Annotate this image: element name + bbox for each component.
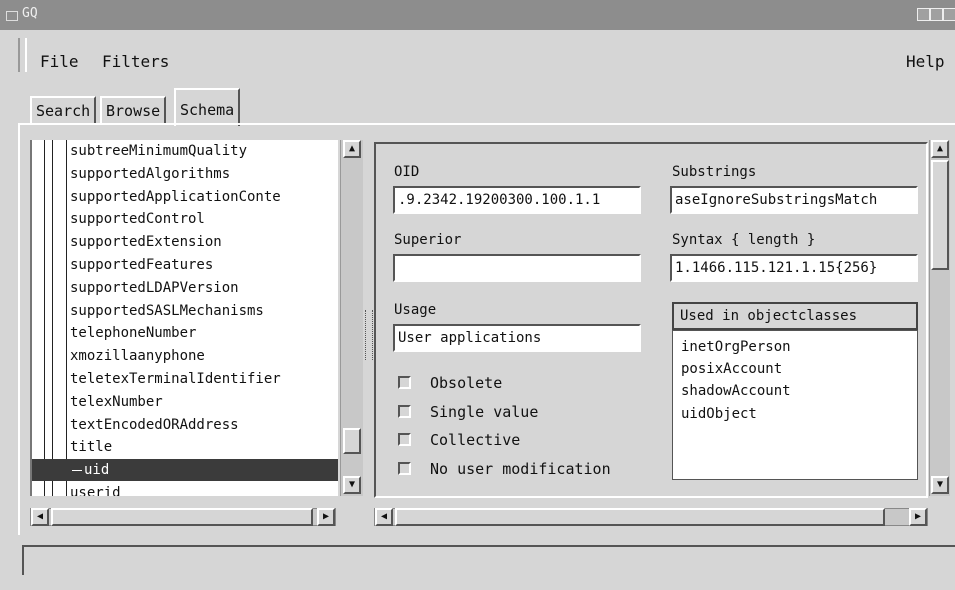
tree-line <box>66 140 67 496</box>
menu-file[interactable]: File <box>40 52 79 71</box>
window-menu-icon[interactable] <box>6 11 18 21</box>
scroll-thumb[interactable] <box>51 508 313 526</box>
menu-filters[interactable]: Filters <box>102 52 169 71</box>
tree-horizontal-scrollbar[interactable]: ◀ ▶ <box>30 508 336 526</box>
scroll-right-icon[interactable]: ▶ <box>909 508 927 526</box>
collective-checkbox[interactable]: Collective <box>398 431 598 451</box>
tab-search[interactable]: Search <box>30 96 97 124</box>
minimize-icon[interactable] <box>917 8 930 21</box>
window-title: GQ <box>22 6 38 21</box>
scroll-thumb[interactable] <box>931 160 949 270</box>
tree-item[interactable]: telephoneNumber <box>70 322 338 344</box>
oid-label: OID <box>394 164 420 180</box>
tab-browse[interactable]: Browse <box>100 96 167 124</box>
menu-help[interactable]: Help <box>906 52 945 71</box>
detail-vertical-scrollbar[interactable]: ▲ ▼ <box>929 140 950 496</box>
scroll-down-icon[interactable]: ▼ <box>343 476 361 494</box>
tree-item-selected[interactable]: uid <box>32 459 338 481</box>
no-user-modification-checkbox[interactable]: No user modification <box>398 460 648 480</box>
tree-item[interactable]: subtreeMinimumQuality <box>70 140 338 162</box>
checkbox-box <box>398 462 411 475</box>
tab-schema[interactable]: Schema <box>174 88 241 126</box>
substrings-field[interactable]: aseIgnoreSubstringsMatch <box>670 186 918 214</box>
tree-item[interactable]: userid <box>70 482 338 496</box>
tree-item[interactable]: xmozillaanyphone <box>70 345 338 367</box>
scroll-left-icon[interactable]: ◀ <box>375 508 393 526</box>
list-item[interactable]: uidObject <box>681 406 757 422</box>
obsolete-checkbox[interactable]: Obsolete <box>398 374 598 394</box>
checkbox-label: No user modification <box>430 460 611 478</box>
checkbox-label: Collective <box>430 431 521 449</box>
checkbox-box <box>398 433 411 446</box>
tree-item[interactable]: teletexTerminalIdentifier <box>70 368 338 390</box>
single-value-checkbox[interactable]: Single value <box>398 403 598 423</box>
maximize-icon[interactable] <box>930 8 943 21</box>
superior-label: Superior <box>394 232 462 248</box>
tree-item[interactable]: supportedApplicationConte <box>70 186 338 208</box>
tree-item[interactable]: supportedLDAPVersion <box>70 277 338 299</box>
tree-item[interactable]: title <box>70 436 338 458</box>
usage-label: Usage <box>394 302 437 318</box>
scroll-thumb[interactable] <box>343 428 361 454</box>
status-bar <box>22 545 955 575</box>
menu-bar: File Filters Help <box>0 38 955 74</box>
scroll-up-icon[interactable]: ▲ <box>343 140 361 158</box>
scroll-thumb[interactable] <box>395 508 885 526</box>
pane-splitter[interactable] <box>365 310 373 360</box>
title-bar[interactable]: GQ <box>0 0 955 30</box>
tree-vertical-scrollbar[interactable]: ▲ ▼ <box>340 140 363 496</box>
used-in-objectclasses-list[interactable]: inetOrgPerson posixAccount shadowAccount… <box>672 330 918 480</box>
checkbox-label: Obsolete <box>430 374 503 392</box>
substrings-label: Substrings <box>672 164 757 180</box>
scroll-right-icon[interactable]: ▶ <box>317 508 335 526</box>
usage-field[interactable]: User applications <box>393 324 641 352</box>
tree-item[interactable]: telexNumber <box>70 391 338 413</box>
used-in-objectclasses-header[interactable]: Used in objectclasses <box>672 302 918 330</box>
checkbox-label: Single value <box>430 403 539 421</box>
tree-item[interactable]: supportedControl <box>70 208 338 230</box>
scroll-left-icon[interactable]: ◀ <box>31 508 49 526</box>
list-item[interactable]: inetOrgPerson <box>681 339 791 355</box>
syntax-label: Syntax { length } <box>672 232 816 248</box>
list-item[interactable]: shadowAccount <box>681 383 791 399</box>
tree-item[interactable]: supportedExtension <box>70 231 338 253</box>
oid-field[interactable]: .9.2342.19200300.100.1.1 <box>393 186 641 214</box>
tree-item[interactable]: supportedSASLMechanisms <box>70 300 338 322</box>
list-item[interactable]: posixAccount <box>681 361 782 377</box>
syntax-field[interactable]: 1.1466.115.121.1.15{256} <box>670 254 918 282</box>
checkbox-box <box>398 376 411 389</box>
tree-item[interactable]: textEncodedORAddress <box>70 414 338 436</box>
tree-item[interactable]: supportedFeatures <box>70 254 338 276</box>
scroll-down-icon[interactable]: ▼ <box>931 476 949 494</box>
scroll-up-icon[interactable]: ▲ <box>931 140 949 158</box>
app-window: GQ File Filters Help Search Browse Schem… <box>0 0 955 590</box>
superior-field[interactable] <box>393 254 641 282</box>
checkbox-box <box>398 405 411 418</box>
detail-horizontal-scrollbar[interactable]: ◀ ▶ <box>374 508 928 526</box>
menubar-grip <box>18 38 27 72</box>
tree-line <box>44 140 45 496</box>
close-icon[interactable] <box>943 8 955 21</box>
attribute-tree[interactable]: subtreeMinimumQuality supportedAlgorithm… <box>30 140 338 496</box>
tree-line <box>52 140 53 496</box>
tree-item[interactable]: supportedAlgorithms <box>70 163 338 185</box>
